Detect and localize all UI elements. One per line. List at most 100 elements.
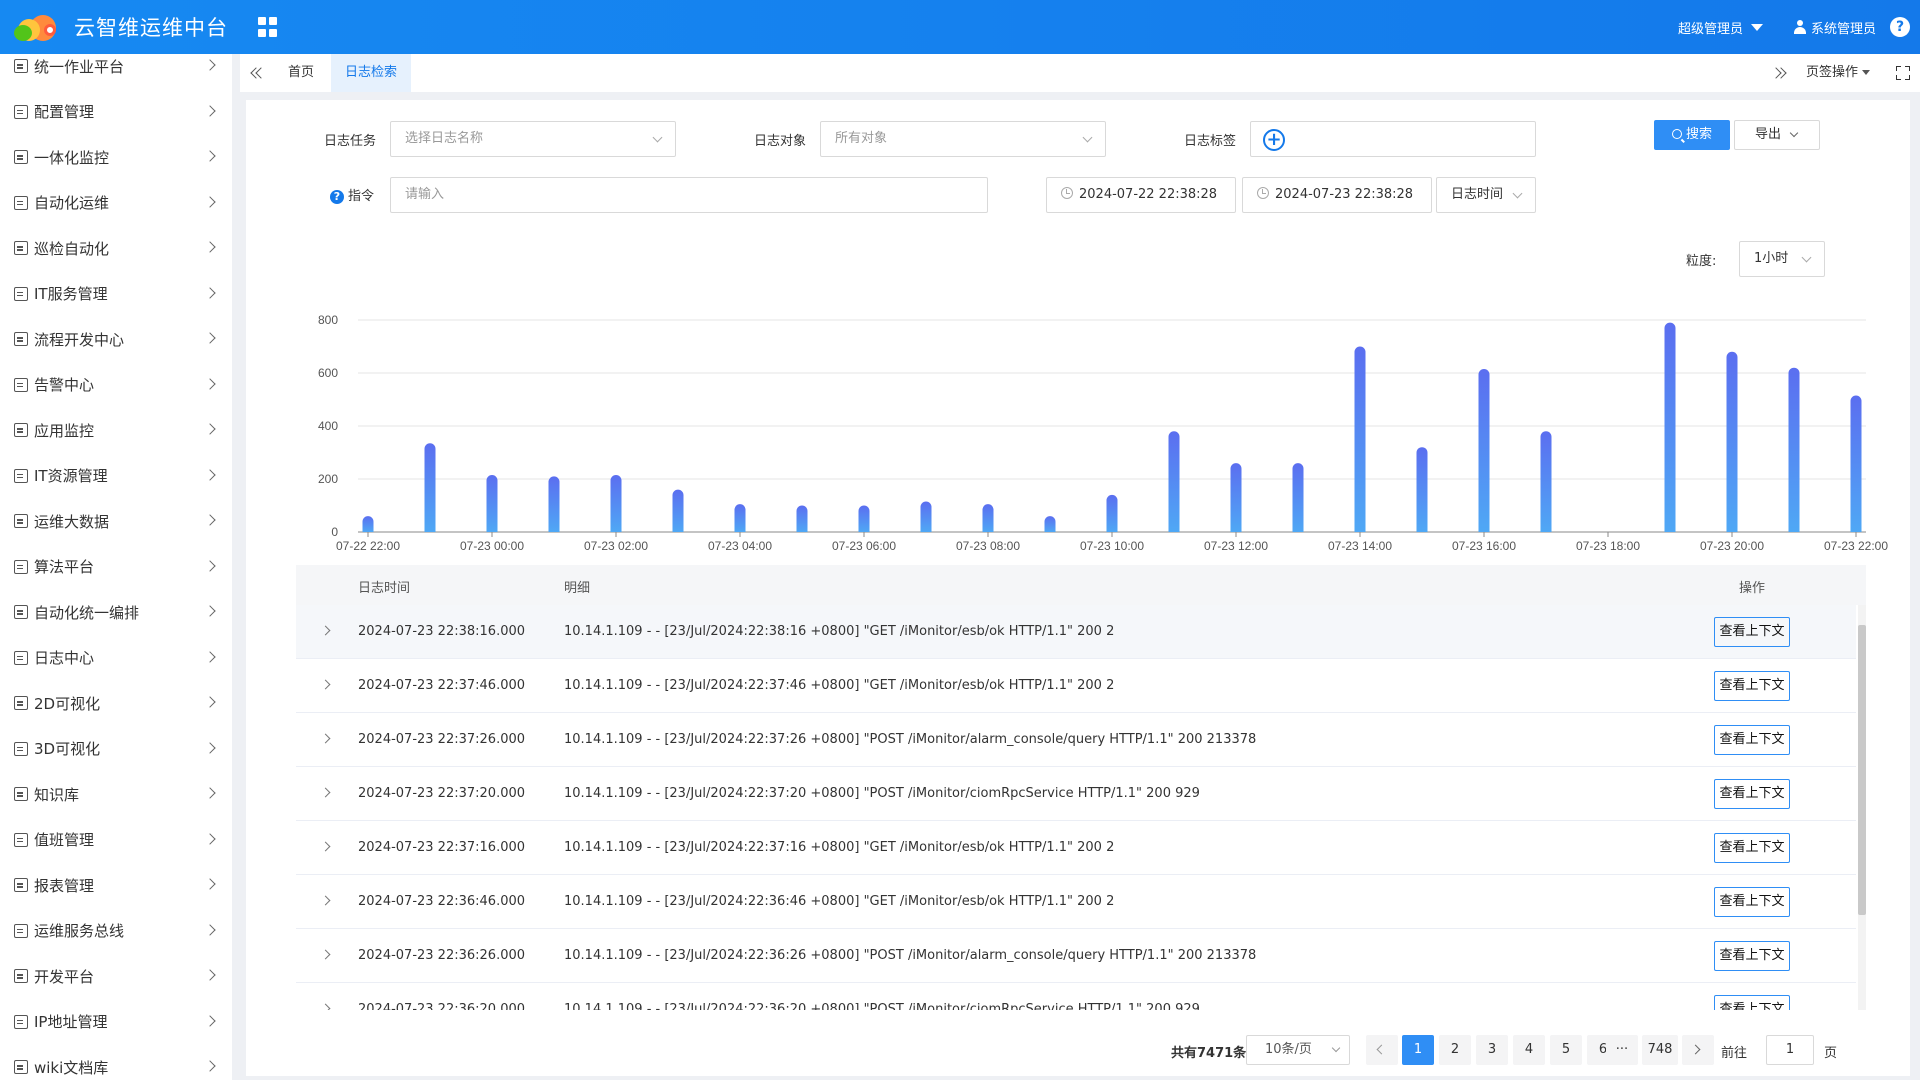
table-row[interactable]: 2024-07-23 22:37:26.000 10.14.1.109 - - [… [296, 713, 1856, 767]
sidebar-item[interactable]: 应用监控 [0, 410, 232, 450]
sidebar-item[interactable]: 运维大数据 [0, 501, 232, 541]
table-row[interactable]: 2024-07-23 22:37:16.000 10.14.1.109 - - [… [296, 821, 1856, 875]
view-context-button[interactable]: 查看上下文 [1714, 833, 1790, 863]
page-number[interactable]: 5 [1550, 1035, 1582, 1065]
sidebar-item-label: 运维服务总线 [34, 922, 125, 940]
sidebar-item[interactable]: wiki文档库 [0, 1047, 232, 1080]
view-context-button[interactable]: 查看上下文 [1714, 995, 1790, 1010]
chevron-right-icon [204, 787, 216, 799]
sidebar-item[interactable]: 知识库 [0, 774, 232, 814]
prev-page-button[interactable] [1366, 1035, 1398, 1065]
pager-ellipsis[interactable]: ··· [1606, 1035, 1638, 1065]
table-row[interactable]: 2024-07-23 22:38:16.000 10.14.1.109 - - [… [296, 605, 1856, 659]
sidebar-item-label: 日志中心 [34, 649, 95, 667]
sidebar-item[interactable]: IP地址管理 [0, 1002, 232, 1042]
log-task-select[interactable]: 选择日志名称 [390, 121, 676, 157]
sidebar-item[interactable]: 告警中心 [0, 365, 232, 405]
table-row[interactable]: 2024-07-23 22:37:20.000 10.14.1.109 - - [… [296, 767, 1856, 821]
scrollbar-thumb[interactable] [1858, 625, 1866, 915]
expand-row-icon[interactable] [320, 841, 331, 852]
table-scrollbar[interactable] [1858, 605, 1866, 1010]
view-context-button[interactable]: 查看上下文 [1714, 617, 1790, 647]
fullscreen-icon[interactable] [1896, 66, 1910, 80]
sidebar-item[interactable]: 自动化统一编排 [0, 592, 232, 632]
sidebar-item[interactable]: 2D可视化 [0, 683, 232, 723]
collapse-sidebar-icon[interactable] [250, 66, 267, 80]
sidebar-item[interactable]: IT资源管理 [0, 456, 232, 496]
role-select[interactable]: 超级管理员 [1678, 18, 1763, 37]
page-number[interactable]: 3 [1476, 1035, 1508, 1065]
log-object-select[interactable]: 所有对象 [820, 121, 1106, 157]
expand-row-icon[interactable] [320, 895, 331, 906]
sidebar-item[interactable]: 运维服务总线 [0, 911, 232, 951]
view-context-button[interactable]: 查看上下文 [1714, 671, 1790, 701]
page-last[interactable]: 748 [1642, 1035, 1678, 1065]
sidebar-item-label: IP地址管理 [34, 1013, 108, 1031]
expand-row-icon[interactable] [320, 949, 331, 960]
sidebar-item[interactable]: 报表管理 [0, 865, 232, 905]
table-row[interactable]: 2024-07-23 22:36:46.000 10.14.1.109 - - [… [296, 875, 1856, 929]
sidebar-item[interactable]: 一体化监控 [0, 137, 232, 177]
x-tick-label: 07-23 00:00 [460, 539, 524, 553]
menu-icon [14, 514, 28, 528]
expand-row-icon[interactable] [320, 733, 331, 744]
add-tag-icon[interactable]: + [1263, 129, 1285, 151]
page-number[interactable]: 4 [1513, 1035, 1545, 1065]
y-tick-label: 600 [318, 366, 338, 380]
page-number[interactable]: 2 [1439, 1035, 1471, 1065]
command-input[interactable]: 请输入 [390, 177, 988, 213]
tab-home[interactable]: 首页 [274, 54, 328, 92]
sidebar-item[interactable]: 算法平台 [0, 547, 232, 587]
next-page-button[interactable] [1682, 1035, 1714, 1065]
app-logo[interactable]: 云智维运维中台 [14, 12, 228, 42]
end-time-picker[interactable]: 2024-07-23 22:38:28 [1242, 177, 1432, 213]
sidebar-item[interactable]: 值班管理 [0, 820, 232, 860]
page-number[interactable]: 1 [1402, 1035, 1434, 1065]
sidebar-item[interactable]: 统一作业平台 [0, 54, 232, 86]
chevron-right-icon [204, 1060, 216, 1072]
search-label: 搜索 [1685, 127, 1712, 142]
menu-icon [14, 741, 28, 756]
sidebar-item[interactable]: 3D可视化 [0, 729, 232, 769]
histogram-bar [1540, 431, 1552, 532]
question-icon[interactable]: ? [330, 190, 344, 204]
page-ops-dropdown[interactable]: 页签操作 [1806, 54, 1871, 92]
sidebar-item[interactable]: IT服务管理 [0, 274, 232, 314]
expand-row-icon[interactable] [320, 625, 331, 636]
expand-tabs-icon[interactable] [1770, 66, 1787, 80]
time-type-select[interactable]: 日志时间 [1436, 177, 1536, 213]
sidebar-item[interactable]: 开发平台 [0, 956, 232, 996]
help-icon[interactable]: ? [1890, 17, 1910, 37]
histogram-bar [1292, 463, 1304, 532]
expand-row-icon[interactable] [320, 679, 331, 690]
sidebar-item-label: 应用监控 [34, 421, 95, 440]
user-menu[interactable]: 系统管理员 [1793, 18, 1876, 37]
sidebar-item[interactable]: 自动化运维 [0, 183, 232, 223]
tab-log-search[interactable]: 日志检索 [331, 54, 412, 92]
start-time-picker[interactable]: 2024-07-22 22:38:28 [1046, 177, 1236, 213]
sidebar-item[interactable]: 配置管理 [0, 92, 232, 132]
sidebar-item[interactable]: 巡检自动化 [0, 228, 232, 268]
table-row[interactable]: 2024-07-23 22:36:20.000 10.14.1.109 - - [… [296, 983, 1856, 1010]
table-row[interactable]: 2024-07-23 22:36:26.000 10.14.1.109 - - [… [296, 929, 1856, 983]
sidebar-item[interactable]: 日志中心 [0, 638, 232, 678]
export-button[interactable]: 导出 [1734, 120, 1820, 150]
goto-page-input[interactable]: 1 [1766, 1035, 1814, 1065]
log-tag-field[interactable]: + [1250, 121, 1536, 157]
view-context-button[interactable]: 查看上下文 [1714, 779, 1790, 809]
apps-grid-icon[interactable] [258, 17, 278, 37]
view-context-button[interactable]: 查看上下文 [1714, 725, 1790, 755]
sidebar-item-label: 一体化监控 [34, 148, 110, 167]
granularity-select[interactable]: 1小时 [1739, 241, 1825, 277]
search-button[interactable]: 搜索 [1654, 120, 1730, 150]
sidebar-item-label: IT资源管理 [34, 467, 108, 485]
view-context-button[interactable]: 查看上下文 [1714, 887, 1790, 917]
table-row[interactable]: 2024-07-23 22:37:46.000 10.14.1.109 - - [… [296, 659, 1856, 713]
expand-row-icon[interactable] [320, 787, 331, 798]
export-label: 导出 [1755, 127, 1782, 142]
expand-row-icon[interactable] [320, 1003, 331, 1010]
page-size-select[interactable]: 10条/页 [1246, 1035, 1350, 1065]
sidebar-item[interactable]: 流程开发中心 [0, 319, 232, 359]
view-context-button[interactable]: 查看上下文 [1714, 941, 1790, 971]
sidebar: 统一作业平台配置管理一体化监控自动化运维巡检自动化 IT服务管理 流程开发中心 告警中… [0, 54, 232, 1080]
